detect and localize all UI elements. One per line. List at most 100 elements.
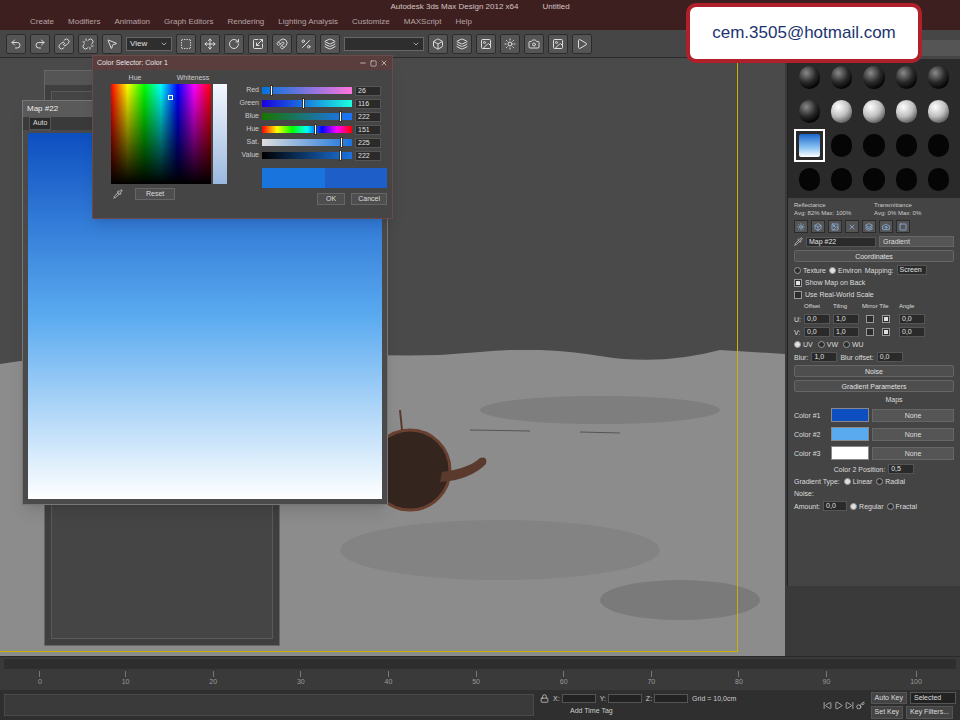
color-swatch[interactable]	[831, 446, 869, 460]
timeline[interactable]: 0102030405060708090100	[0, 656, 960, 690]
rotate-button[interactable]	[224, 34, 244, 54]
sample-slot[interactable]	[923, 129, 954, 162]
coord-checkbox[interactable]	[794, 279, 802, 287]
sample-slot[interactable]	[826, 163, 857, 196]
source-radio[interactable]	[794, 267, 801, 274]
sample-slot[interactable]	[923, 95, 954, 128]
sample-slot[interactable]	[923, 163, 954, 196]
material-tool-button[interactable]	[811, 220, 825, 233]
hue-box[interactable]	[111, 84, 211, 184]
sample-slot[interactable]	[826, 95, 857, 128]
noise-type-radio[interactable]	[887, 503, 894, 510]
ok-button[interactable]: OK	[317, 193, 345, 205]
menu-item[interactable]: Graph Editors	[164, 16, 213, 28]
slider-spinner[interactable]: 222	[355, 112, 381, 122]
color-slider[interactable]	[262, 113, 352, 120]
source-radio[interactable]	[829, 267, 836, 274]
slider-spinner[interactable]: 222	[355, 151, 381, 161]
sample-slot[interactable]	[858, 61, 889, 94]
coordinate-field[interactable]: Y:	[600, 694, 642, 705]
coord-checkbox[interactable]	[794, 291, 802, 299]
add-time-tag[interactable]: Add Time Tag	[570, 706, 613, 717]
rollout-header[interactable]: Noise	[794, 365, 954, 377]
offset-field[interactable]: 0,0	[804, 327, 830, 337]
layers-button[interactable]	[320, 34, 340, 54]
sample-slot[interactable]	[858, 129, 889, 162]
rollout-header[interactable]: Coordinates	[794, 250, 954, 262]
tile-checkbox[interactable]	[882, 328, 890, 336]
slider-spinner[interactable]: 225	[355, 138, 381, 148]
blur-offset-field[interactable]: 0,0	[877, 352, 903, 362]
menu-item[interactable]: Animation	[114, 16, 150, 28]
menu-item[interactable]: Help	[456, 16, 472, 28]
noise-amount-field[interactable]: 0,0	[823, 501, 847, 511]
skip-back-icon[interactable]	[823, 701, 832, 710]
sample-slot[interactable]	[891, 61, 922, 94]
color-slider[interactable]	[262, 126, 352, 133]
reset-button[interactable]: Reset	[135, 188, 175, 200]
noise-type-radio[interactable]	[850, 503, 857, 510]
mirror-checkbox[interactable]	[866, 328, 874, 336]
key-filters-button[interactable]: Key Filters...	[906, 706, 953, 719]
angle-field[interactable]: 0,0	[899, 327, 925, 337]
color-tab[interactable]: Hue	[129, 73, 142, 84]
color-slider[interactable]	[262, 139, 352, 146]
render-setup-button[interactable]	[524, 34, 544, 54]
color-slider[interactable]	[262, 87, 352, 94]
scene-explorer-button[interactable]	[428, 34, 448, 54]
scale-button[interactable]	[248, 34, 268, 54]
offset-field[interactable]: 0,0	[804, 314, 830, 324]
color-swatch[interactable]	[831, 408, 869, 422]
sample-slot[interactable]	[826, 129, 857, 162]
tiling-field[interactable]: 1,0	[833, 314, 859, 324]
time-slider-track[interactable]	[4, 659, 956, 669]
menu-item[interactable]: Customize	[352, 16, 390, 28]
set-key-button[interactable]: Set Key	[871, 706, 904, 719]
map-type-button[interactable]: Gradient	[879, 236, 954, 247]
color-position-field[interactable]: 0,5	[888, 464, 914, 474]
minimize-icon[interactable]	[359, 59, 367, 67]
mirror-checkbox[interactable]	[866, 315, 874, 323]
selection-set-dropdown[interactable]	[344, 37, 424, 51]
gradient-type-radio[interactable]	[844, 478, 851, 485]
reference-coord-dropdown[interactable]: View	[126, 37, 172, 51]
curve-editor-button[interactable]	[476, 34, 496, 54]
sample-slot[interactable]	[794, 95, 825, 128]
blur-field[interactable]: 1,0	[811, 352, 837, 362]
select-button[interactable]	[102, 34, 122, 54]
rendered-frame-button[interactable]	[548, 34, 568, 54]
rollout-header[interactable]: Gradient Parameters	[794, 380, 954, 392]
auto-key-button[interactable]: Auto Key	[871, 692, 907, 705]
sample-slot[interactable]	[858, 95, 889, 128]
menu-item[interactable]: Create	[30, 16, 54, 28]
axis-radio[interactable]	[794, 341, 801, 348]
material-editor[interactable]: ReflectanceTransmittanceAvg: 82% Max: 10…	[787, 40, 960, 586]
sample-slot[interactable]	[891, 163, 922, 196]
play-icon[interactable]	[834, 701, 843, 710]
sample-slot[interactable]	[891, 129, 922, 162]
layer-manager-button[interactable]	[452, 34, 472, 54]
map-button[interactable]: None	[872, 447, 954, 460]
sample-slot[interactable]	[794, 163, 825, 196]
redo-button[interactable]	[30, 34, 50, 54]
coordinate-field[interactable]: X:	[553, 694, 596, 705]
menu-item[interactable]: MAXScript	[404, 16, 442, 28]
color-slider[interactable]	[262, 100, 352, 107]
coordinate-field[interactable]: Z:	[646, 694, 688, 705]
angle-field[interactable]: 0,0	[899, 314, 925, 324]
script-listener[interactable]	[4, 694, 534, 716]
map-button[interactable]: None	[872, 409, 954, 422]
key-mode-dropdown[interactable]: Selected	[910, 692, 956, 705]
key-icon[interactable]	[856, 701, 865, 710]
sample-slot[interactable]	[794, 61, 825, 94]
unlink-button[interactable]	[78, 34, 98, 54]
skip-forward-icon[interactable]	[845, 701, 854, 710]
whiteness-bar[interactable]	[213, 84, 227, 184]
color-slider[interactable]	[262, 152, 352, 159]
slider-spinner[interactable]: 26	[355, 86, 381, 96]
menu-item[interactable]: Lighting Analysis	[278, 16, 338, 28]
display-mode[interactable]: Auto	[29, 117, 51, 130]
material-tool-button[interactable]	[879, 220, 893, 233]
material-tool-button[interactable]	[896, 220, 910, 233]
sample-slot[interactable]	[858, 163, 889, 196]
